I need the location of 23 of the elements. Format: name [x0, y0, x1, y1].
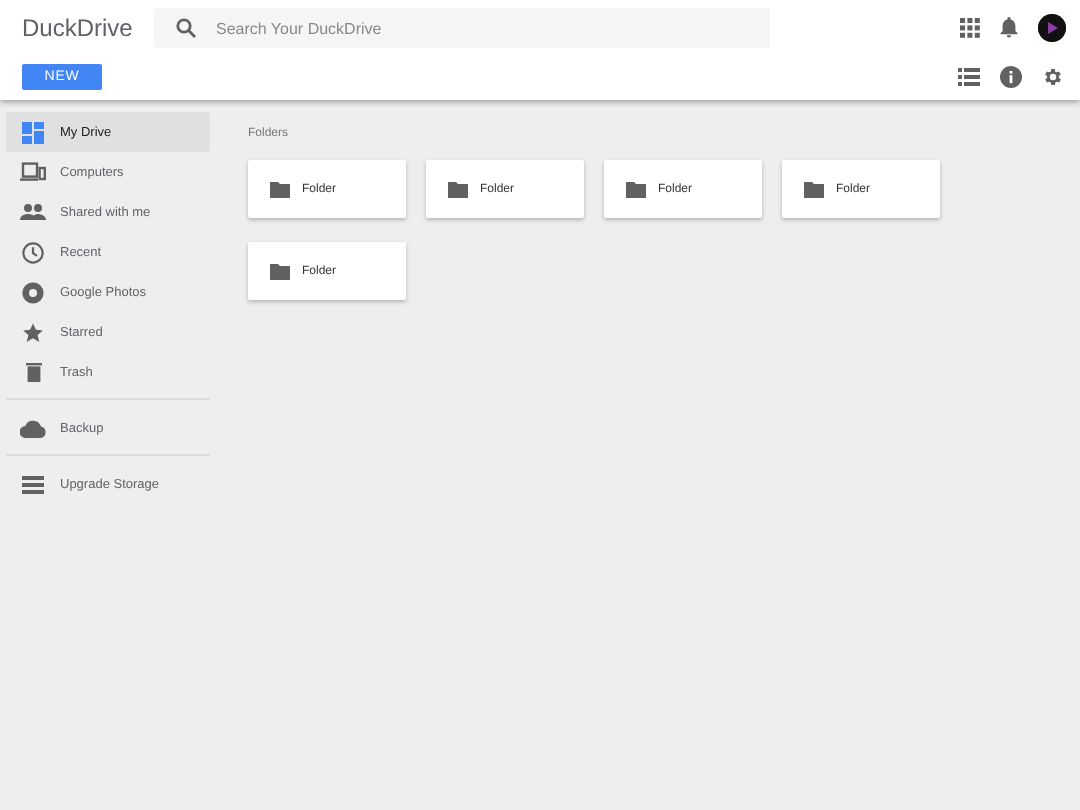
computer-icon [20, 162, 46, 182]
people-icon [20, 204, 46, 220]
search-field[interactable]: Search Your DuckDrive [154, 8, 770, 48]
list-view-icon[interactable] [958, 68, 980, 86]
star-icon [22, 321, 44, 343]
folder-icon [448, 181, 468, 197]
aperture-icon [22, 281, 44, 303]
bell-icon[interactable] [1000, 16, 1018, 38]
app-title: DuckDrive [22, 13, 135, 41]
folder-icon [270, 263, 290, 279]
settings-icon[interactable] [1042, 66, 1064, 88]
folder-icon [626, 181, 646, 197]
storage-icon [22, 475, 44, 493]
search-icon [176, 18, 196, 38]
trash-icon [25, 362, 41, 382]
clock-icon [22, 241, 44, 263]
folder-icon [804, 181, 824, 197]
folder-icon [270, 181, 290, 197]
apps-grid-icon[interactable] [960, 17, 980, 37]
drive-grid-icon [22, 121, 44, 143]
info-icon[interactable] [1000, 66, 1022, 88]
avatar[interactable] [1038, 13, 1066, 41]
cloud-icon [20, 419, 46, 437]
